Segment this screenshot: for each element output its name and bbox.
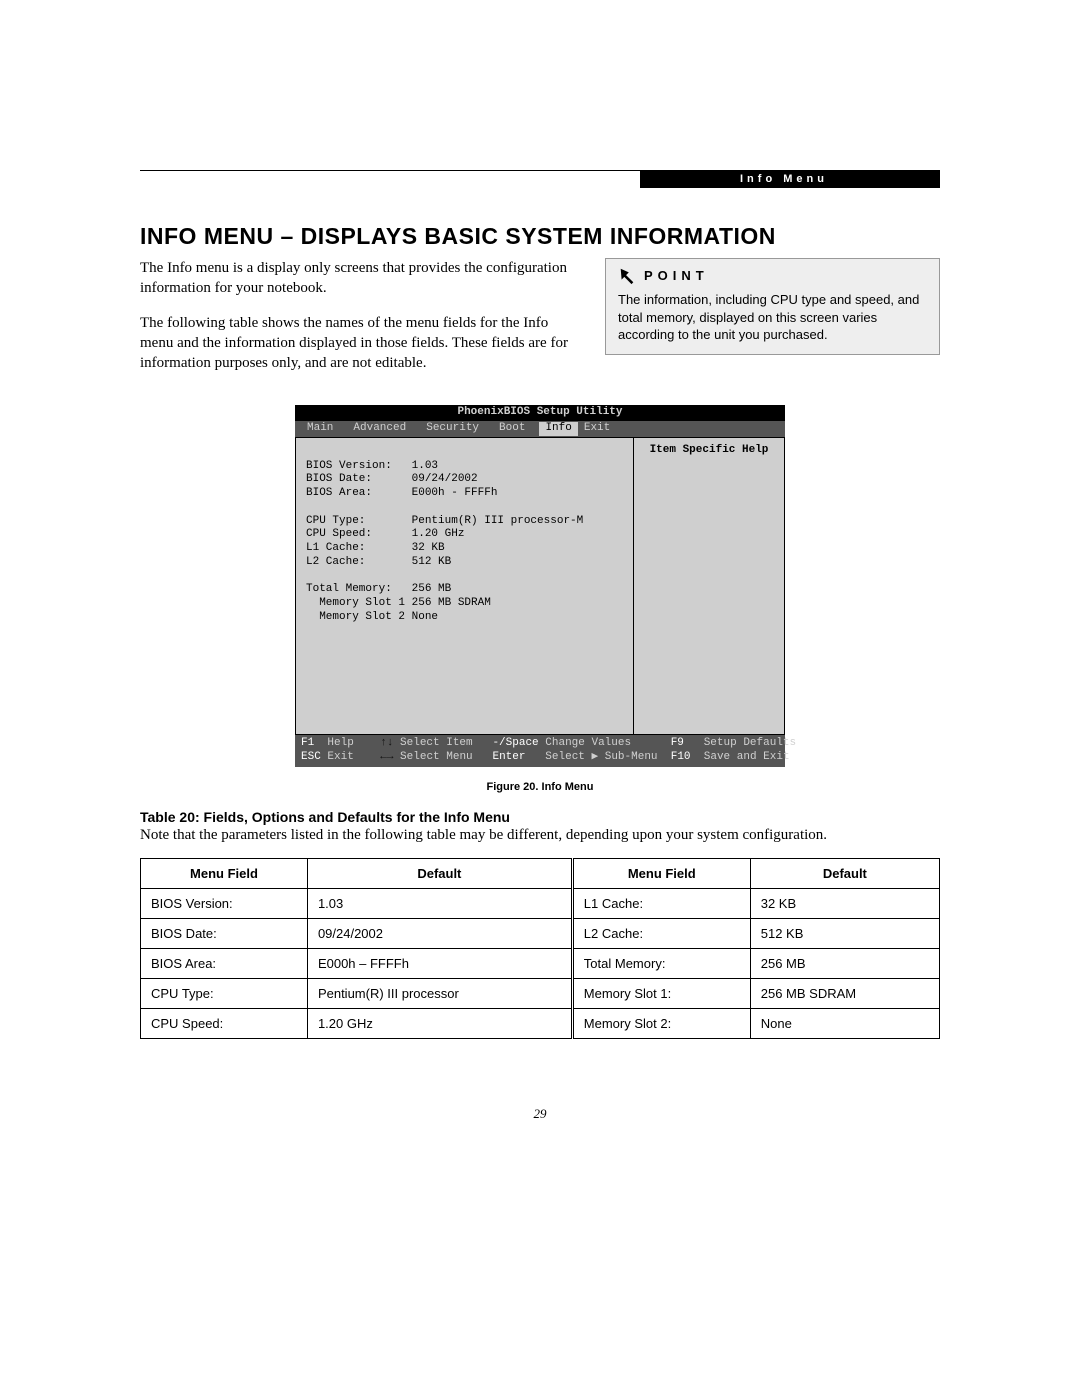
table-cell: 256 MB SDRAM <box>750 979 939 1009</box>
table-cell: CPU Speed: <box>141 1009 308 1039</box>
table-title: Table 20: Fields, Options and Defaults f… <box>140 809 940 825</box>
point-icon <box>618 267 636 285</box>
bios-fields: BIOS Version: 1.03 BIOS Date: 09/24/2002… <box>296 437 634 735</box>
table-note: Note that the parameters listed in the f… <box>140 827 940 844</box>
bios-menu-item: Security <box>420 422 493 436</box>
table-row: CPU Speed:1.20 GHzMemory Slot 2:None <box>141 1009 940 1039</box>
bios-help-title: Item Specific Help <box>634 437 784 735</box>
table-cell: BIOS Version: <box>141 889 308 919</box>
bios-menu-item: Main <box>301 422 347 436</box>
table-cell: 1.03 <box>307 889 572 919</box>
table-cell: 256 MB <box>750 949 939 979</box>
figure-caption: Figure 20. Info Menu <box>140 781 940 793</box>
bios-menu-item: Advanced <box>347 422 420 436</box>
table-header: Menu Field <box>572 859 750 889</box>
bios-menu: MainAdvancedSecurityBootInfoExit <box>295 421 785 437</box>
table-header: Default <box>750 859 939 889</box>
point-text: The information, including CPU type and … <box>618 291 927 344</box>
page-title: INFO MENU – DISPLAYS BASIC SYSTEM INFORM… <box>140 223 940 250</box>
table-cell: Memory Slot 1: <box>572 979 750 1009</box>
table-row: CPU Type:Pentium(R) III processorMemory … <box>141 979 940 1009</box>
table-header: Default <box>307 859 572 889</box>
table-cell: None <box>750 1009 939 1039</box>
table-cell: BIOS Date: <box>141 919 308 949</box>
bios-screenshot: PhoenixBIOS Setup Utility MainAdvancedSe… <box>295 405 785 767</box>
intro-text: The Info menu is a display only screens … <box>140 258 575 387</box>
table-cell: BIOS Area: <box>141 949 308 979</box>
section-header: Info Menu <box>640 170 940 188</box>
table-cell: L1 Cache: <box>572 889 750 919</box>
bios-footer: F1 Help ↑↓ Select Item -/Space Change Va… <box>295 735 785 768</box>
table-row: BIOS Date:09/24/2002L2 Cache:512 KB <box>141 919 940 949</box>
table-row: BIOS Version:1.03L1 Cache:32 KB <box>141 889 940 919</box>
table-cell: 09/24/2002 <box>307 919 572 949</box>
table-header: Menu Field <box>141 859 308 889</box>
table-cell: 1.20 GHz <box>307 1009 572 1039</box>
table-cell: 512 KB <box>750 919 939 949</box>
point-callout: POINT The information, including CPU typ… <box>605 258 940 355</box>
fields-table: Menu FieldDefaultMenu FieldDefaultBIOS V… <box>140 858 940 1039</box>
table-row: BIOS Area:E000h – FFFFhTotal Memory:256 … <box>141 949 940 979</box>
bios-menu-item: Info <box>539 422 577 436</box>
point-label: POINT <box>644 267 709 285</box>
table-cell: 32 KB <box>750 889 939 919</box>
bios-menu-item: Boot <box>493 422 539 436</box>
table-cell: E000h – FFFFh <box>307 949 572 979</box>
table-cell: CPU Type: <box>141 979 308 1009</box>
intro-p2: The following table shows the names of t… <box>140 313 575 374</box>
table-cell: Pentium(R) III processor <box>307 979 572 1009</box>
table-cell: L2 Cache: <box>572 919 750 949</box>
bios-menu-item: Exit <box>578 422 624 436</box>
page-number: 29 <box>0 1106 1080 1122</box>
table-cell: Total Memory: <box>572 949 750 979</box>
intro-p1: The Info menu is a display only screens … <box>140 258 575 299</box>
table-cell: Memory Slot 2: <box>572 1009 750 1039</box>
bios-title: PhoenixBIOS Setup Utility <box>295 405 785 421</box>
